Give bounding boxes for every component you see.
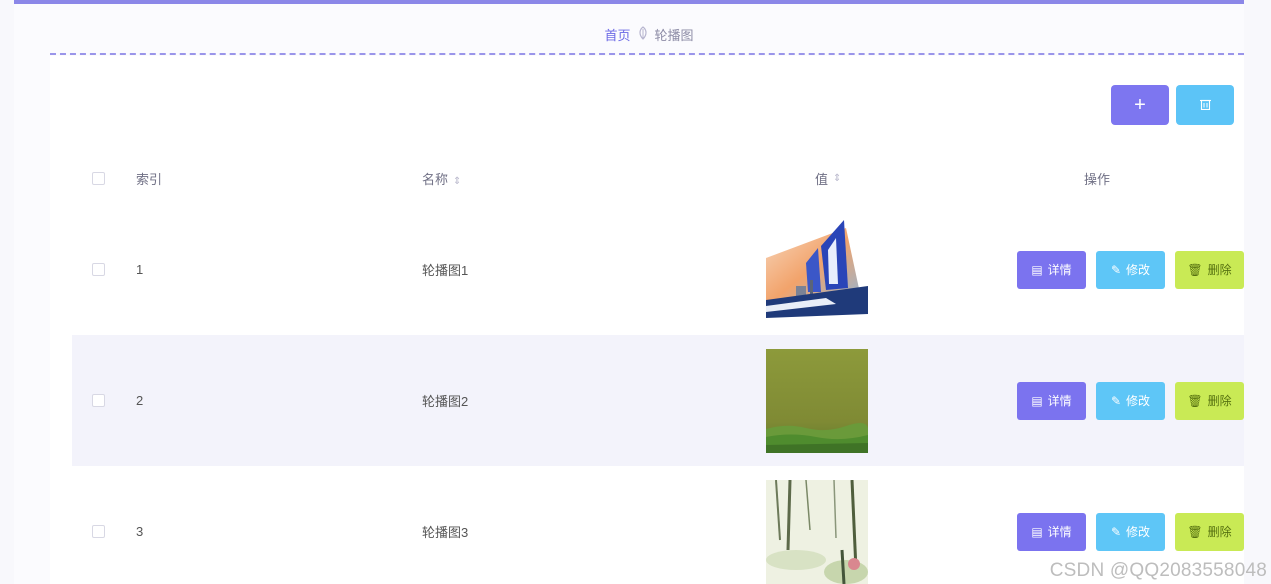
row-name: 轮播图1	[422, 263, 469, 278]
delete-button[interactable]: 🗑 删除	[1175, 250, 1244, 289]
header-index: 索引	[136, 171, 163, 187]
detail-label: 详情	[1047, 394, 1072, 408]
delete-button[interactable]: 🗑 删除	[1175, 381, 1244, 420]
edit-label: 修改	[1126, 394, 1151, 408]
delete-label: 删除	[1207, 394, 1232, 408]
pencil-icon: ✎	[1110, 393, 1122, 408]
row-index: 3	[136, 524, 144, 539]
header-value[interactable]: 值 ⇕	[775, 169, 950, 188]
detail-label: 详情	[1047, 263, 1072, 277]
header-actions: 操作	[1083, 171, 1110, 187]
trash-icon	[1199, 98, 1211, 113]
breadcrumb-home[interactable]: 首页	[604, 25, 630, 44]
row-name: 轮播图3	[422, 525, 469, 540]
carousel-table: 索引 名称 ⇕ 值 ⇕ 操作 1 轮播图1 ▤ 详情 ✎ 修改 🗑 删除 2 轮…	[72, 152, 1244, 584]
willow-painting-image	[766, 479, 868, 584]
sailboats-image	[766, 217, 868, 322]
select-all-checkbox[interactable]	[92, 171, 105, 185]
row-index: 2	[136, 393, 144, 408]
grassland-image	[766, 348, 868, 453]
pencil-icon: ✎	[1110, 524, 1122, 539]
breadcrumb: 首页 轮播图	[34, 14, 1264, 54]
table-row: 2 轮播图2 ▤ 详情 ✎ 修改 🗑 删除	[72, 335, 1244, 466]
delete-label: 删除	[1207, 263, 1232, 277]
delete-label: 删除	[1207, 525, 1232, 539]
plus-icon: +	[1134, 93, 1146, 116]
detail-button[interactable]: ▤ 详情	[1017, 250, 1086, 289]
batch-delete-button[interactable]	[1176, 85, 1234, 125]
trash-icon: 🗑	[1187, 393, 1203, 408]
pencil-icon: ✎	[1110, 262, 1122, 277]
sort-icon[interactable]: ⇕	[833, 173, 841, 184]
trash-icon: 🗑	[1187, 262, 1203, 277]
breadcrumb-divider	[50, 53, 1244, 55]
edit-button[interactable]: ✎ 修改	[1096, 381, 1165, 420]
row-checkbox[interactable]	[92, 525, 105, 538]
detail-button[interactable]: ▤ 详情	[1017, 381, 1086, 420]
edit-button[interactable]: ✎ 修改	[1096, 250, 1165, 289]
leaf-icon	[637, 25, 649, 43]
watermark: CSDN @QQ2083558048	[1049, 560, 1267, 581]
header-name-label: 名称	[422, 171, 449, 187]
sort-icon[interactable]: ⇕	[453, 176, 461, 187]
row-name: 轮播图2	[422, 394, 469, 409]
row-checkbox[interactable]	[92, 394, 105, 407]
header-name[interactable]: 名称 ⇕	[417, 169, 775, 188]
table-header: 索引 名称 ⇕ 值 ⇕ 操作	[72, 152, 1244, 204]
edit-label: 修改	[1126, 525, 1151, 539]
edit-label: 修改	[1126, 263, 1151, 277]
document-icon: ▤	[1031, 393, 1043, 408]
header-value-label: 值	[815, 171, 829, 187]
table-row: 1 轮播图1 ▤ 详情 ✎ 修改 🗑 删除	[72, 204, 1244, 335]
edit-button[interactable]: ✎ 修改	[1096, 512, 1165, 551]
row-index: 1	[136, 262, 144, 277]
add-button[interactable]: +	[1111, 85, 1169, 125]
document-icon: ▤	[1031, 262, 1043, 277]
document-icon: ▤	[1031, 524, 1043, 539]
detail-button[interactable]: ▤ 详情	[1017, 512, 1086, 551]
detail-label: 详情	[1047, 525, 1072, 539]
trash-icon: 🗑	[1187, 524, 1203, 539]
delete-button[interactable]: 🗑 删除	[1175, 512, 1244, 551]
breadcrumb-current: 轮播图	[654, 27, 694, 43]
row-checkbox[interactable]	[92, 263, 105, 276]
